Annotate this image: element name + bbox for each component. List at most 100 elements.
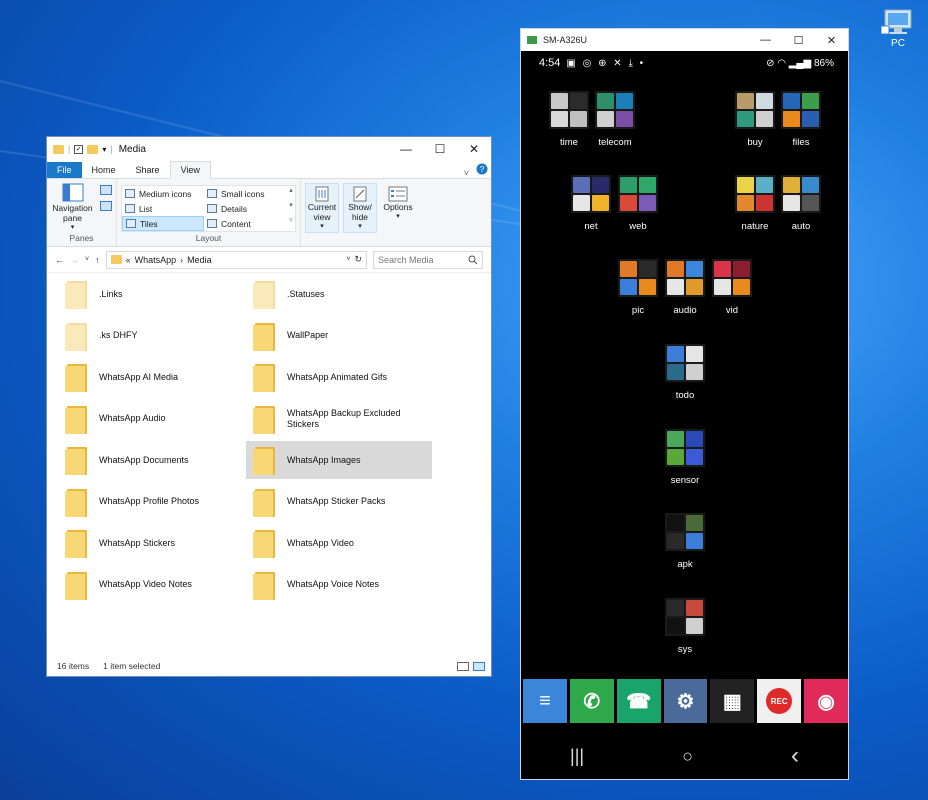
launcher-folder-vid[interactable]: vid — [697, 259, 767, 316]
desktop-pc-shortcut[interactable]: PC — [876, 8, 920, 49]
folder-item[interactable]: WhatsApp Sticker Packs — [235, 483, 421, 521]
folder-item[interactable]: WhatsApp Stickers — [47, 524, 233, 562]
customize-toolbar-chevron-icon[interactable]: ▾ — [102, 145, 106, 154]
folder-item[interactable]: WhatsApp Animated Gifs — [235, 358, 421, 396]
address-dropdown-chevron-icon[interactable]: ˅ — [346, 256, 350, 263]
recorder-app-icon[interactable]: REC — [757, 679, 802, 723]
phone-app-icon[interactable]: ☎ — [616, 679, 661, 723]
refresh-icon[interactable]: ↻ — [354, 254, 362, 265]
layout-medium-icons[interactable]: Medium icons — [122, 186, 204, 201]
folder-item[interactable]: .Links — [47, 275, 233, 313]
app-thumbnail-icon — [783, 93, 800, 109]
status-bar: 16 items 1 item selected — [47, 656, 491, 676]
back-arrow-icon[interactable]: ← — [55, 255, 64, 265]
layout-scroll-up-icon[interactable]: ▴ — [286, 186, 296, 201]
recents-button[interactable]: ||| — [570, 746, 584, 767]
launcher-folder-sensor[interactable]: sensor — [650, 429, 720, 486]
launcher-folder-web[interactable]: web — [603, 175, 673, 232]
layout-more-icon[interactable]: ▿ — [286, 216, 296, 231]
tab-view[interactable]: View — [169, 161, 211, 179]
show-hide-button[interactable]: Show/ hide ▾ — [343, 183, 377, 233]
app-thumbnail-icon — [783, 111, 800, 127]
launcher-folder-sys[interactable]: sys — [650, 598, 720, 655]
folder-label: sys — [677, 644, 693, 655]
layout-content[interactable]: Content — [204, 216, 286, 231]
folder-item[interactable]: WallPaper — [235, 317, 421, 355]
launcher-folder-telecom[interactable]: telecom — [580, 91, 650, 148]
maximize-button[interactable]: ☐ — [423, 142, 457, 156]
folder-name: WallPaper — [287, 330, 329, 340]
minimize-button[interactable]: — — [749, 34, 782, 46]
launcher-folder-todo[interactable]: todo — [650, 344, 720, 401]
phone-dock: ≡ ✆ ☎ ⚙ ▦ REC ◉ — [521, 679, 849, 725]
maximize-button[interactable]: ☐ — [782, 34, 815, 47]
layout-options-grid: Medium icons Small icons ▴ List Details … — [121, 185, 296, 232]
tab-share[interactable]: Share — [126, 162, 170, 178]
options-button[interactable]: Options ▾ — [381, 183, 415, 233]
breadcrumb-whatsapp[interactable]: WhatsApp — [135, 255, 177, 265]
phone-titlebar[interactable]: SM-A326U — ☐ ✕ — [521, 29, 848, 51]
layout-details[interactable]: Details — [204, 201, 286, 216]
layout-list[interactable]: List — [122, 201, 204, 216]
up-arrow-icon[interactable]: ↑ — [95, 255, 100, 265]
messages-app-icon[interactable]: ≡ — [523, 679, 567, 723]
close-button[interactable]: ✕ — [815, 34, 848, 47]
app-thumbnail-icon — [737, 177, 754, 193]
folder-item[interactable]: WhatsApp Video Notes — [47, 566, 233, 604]
search-input[interactable]: Search Media — [373, 250, 483, 269]
folder-item[interactable]: WhatsApp Profile Photos — [47, 483, 233, 521]
launcher-folder-files[interactable]: files — [766, 91, 836, 148]
folder-icon — [253, 445, 275, 475]
tab-file[interactable]: File — [47, 162, 82, 178]
properties-icon[interactable]: ✓ — [74, 144, 84, 154]
forward-arrow-icon[interactable]: → — [70, 255, 79, 265]
details-pane-icon[interactable] — [100, 201, 112, 211]
layout-small-icons[interactable]: Small icons — [204, 186, 286, 201]
explorer-titlebar[interactable]: | ✓ ▾ | Media — ☐ ✕ — [47, 137, 491, 161]
folder-item[interactable]: .Statuses — [235, 275, 421, 313]
new-folder-icon[interactable] — [87, 144, 99, 154]
camera-app-icon[interactable]: ◉ — [804, 679, 849, 723]
settings-app-icon[interactable]: ⚙ — [663, 679, 708, 723]
layout-tiles[interactable]: Tiles — [122, 216, 204, 231]
preview-pane-icon[interactable] — [100, 185, 112, 195]
ribbon-expand-chevron-icon[interactable]: ˅ — [464, 168, 469, 178]
layout-scroll-down-icon[interactable]: ▾ — [286, 201, 296, 216]
recent-locations-chevron-icon[interactable]: ˅ — [85, 256, 89, 263]
app-thumbnail-icon — [733, 279, 750, 295]
tab-home[interactable]: Home — [82, 162, 126, 178]
launcher-folder-apk[interactable]: apk — [650, 513, 720, 570]
folder-item[interactable]: WhatsApp Audio — [47, 400, 233, 438]
app-thumbnail-icon — [667, 515, 684, 531]
navigation-pane-button[interactable]: Navigation pane ▾ — [51, 183, 94, 233]
folder-item-selected[interactable]: WhatsApp Images — [246, 441, 432, 479]
folder-item[interactable]: WhatsApp AI Media — [47, 358, 233, 396]
app-thumbnail-icon — [733, 261, 750, 277]
help-icon[interactable]: ? — [473, 160, 491, 178]
back-button[interactable]: ‹ — [791, 742, 799, 770]
minimize-button[interactable]: — — [389, 142, 423, 156]
app-thumbnail-icon — [620, 261, 637, 277]
current-view-button[interactable]: Current view ▾ — [305, 183, 339, 233]
toolbar-divider: | — [68, 144, 71, 154]
ribbon-tab-bar: File Home Share View ˅ ? — [47, 161, 491, 179]
folder-item[interactable]: WhatsApp Documents — [47, 441, 233, 479]
large-icons-view-icon[interactable] — [473, 661, 485, 671]
list-icon — [125, 204, 135, 213]
dropdown-chevron-icon: ▾ — [358, 223, 362, 230]
folder-item[interactable]: .ks DHFY — [47, 317, 233, 355]
details-icon — [207, 204, 217, 213]
app-thumbnail-icon — [597, 111, 614, 127]
quick-folder-icon[interactable]: ▦ — [710, 679, 755, 723]
details-view-icon[interactable] — [457, 661, 469, 671]
launcher-folder-auto[interactable]: auto — [766, 175, 836, 232]
folder-item[interactable]: WhatsApp Video — [235, 524, 421, 562]
whatsapp-app-icon[interactable]: ✆ — [569, 679, 614, 723]
home-button[interactable]: ○ — [682, 746, 693, 767]
breadcrumb-media[interactable]: Media — [187, 255, 212, 265]
view-buttons-group: Current view ▾ Show/ hide ▾ Options ▾ — [301, 179, 423, 246]
folder-item[interactable]: WhatsApp Voice Notes — [235, 566, 421, 604]
address-bar[interactable]: « WhatsApp › Media ˅ ↻ — [105, 250, 367, 269]
close-button[interactable]: ✕ — [457, 142, 491, 156]
folder-item[interactable]: WhatsApp Backup Excluded Stickers — [235, 400, 421, 438]
